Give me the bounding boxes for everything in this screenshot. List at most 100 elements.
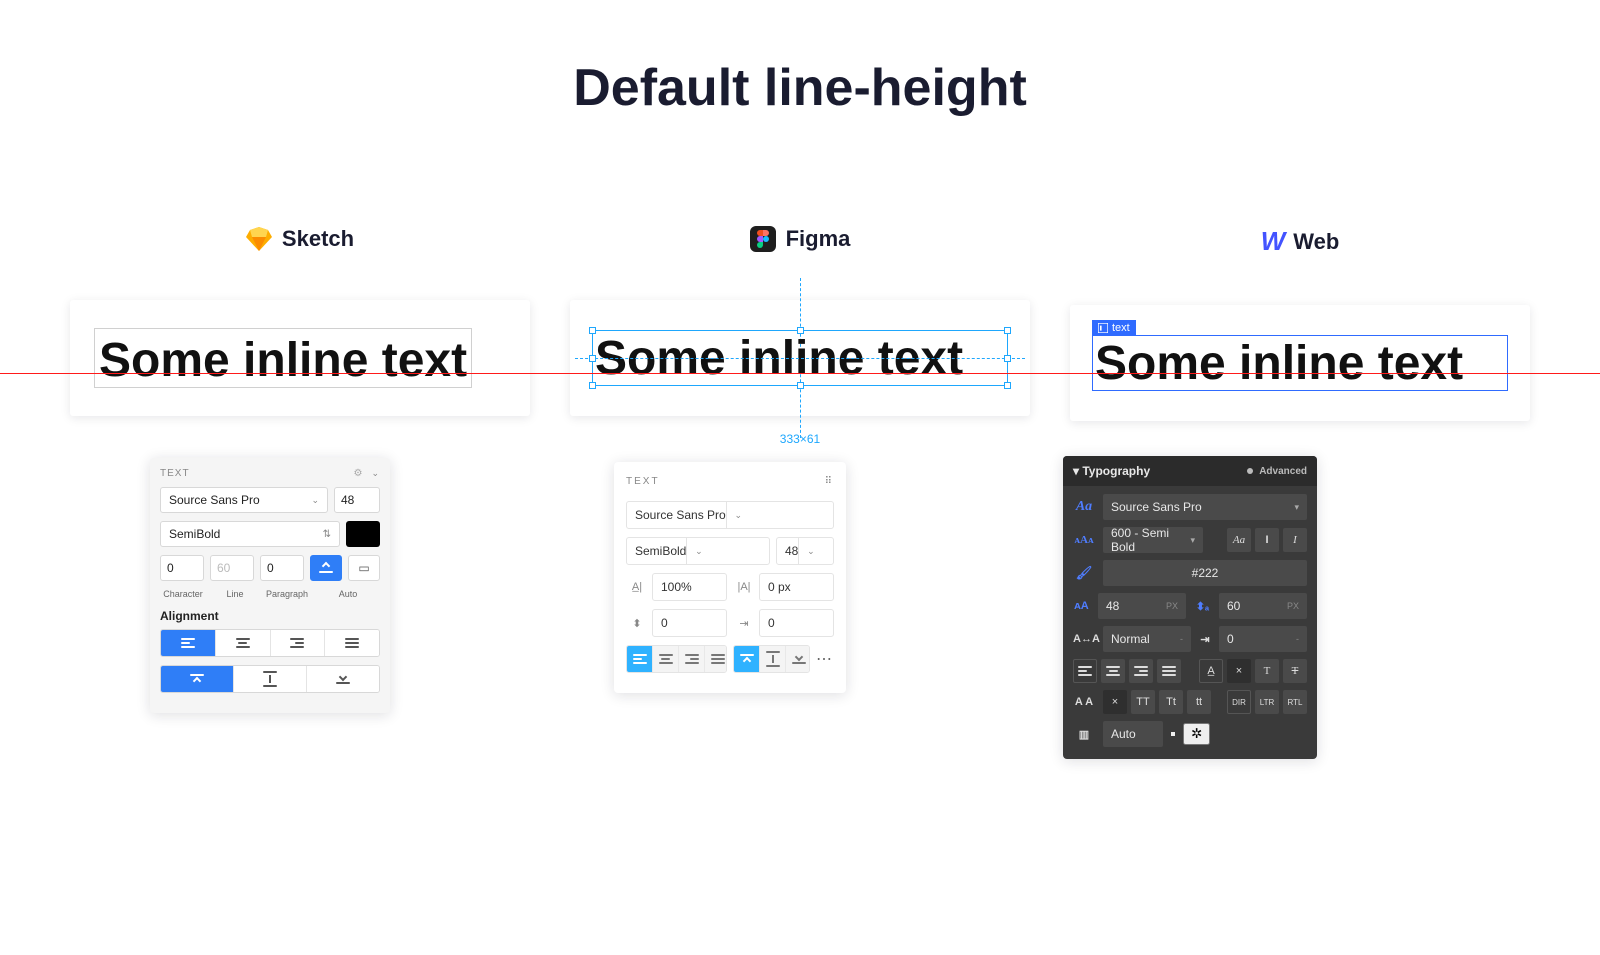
selection-handle[interactable]	[589, 327, 596, 334]
caps-capitalize-button[interactable]: Tt	[1159, 690, 1183, 714]
h-align-segment	[160, 629, 380, 657]
align-justify-button[interactable]	[325, 630, 379, 656]
font-family-select[interactable]: Source Sans Pro⌄	[626, 501, 834, 529]
italic-button[interactable]: Aa	[1227, 528, 1251, 552]
font-size-input[interactable]: 48⌄	[776, 537, 834, 565]
selection-handle[interactable]	[1004, 327, 1011, 334]
align-left-button[interactable]	[1073, 659, 1097, 683]
line-height-icon: ⬍ₐ	[1194, 600, 1211, 613]
caps-icon: A A	[1073, 696, 1095, 708]
letter-spacing-icon: |A|	[733, 581, 755, 593]
tool-name-sketch: Sketch	[282, 226, 354, 252]
letter-spacing-input[interactable]: Normal-	[1103, 626, 1191, 652]
para-indent-input[interactable]: 0	[759, 609, 834, 637]
selection-handle[interactable]	[797, 382, 804, 389]
decoration-none-button[interactable]: A̲	[1199, 659, 1223, 683]
style-picker-icon[interactable]: ⠿	[825, 476, 834, 487]
dir-rtl-button[interactable]: RTL	[1283, 690, 1307, 714]
selection-handle[interactable]	[797, 327, 804, 334]
letter-spacing-icon: A↔A	[1073, 633, 1095, 645]
sketch-text-bbox: Some inline text	[94, 328, 472, 388]
web-typography-panel: ▾ Typography Advanced Aa Source Sans Pro…	[1063, 456, 1317, 759]
valign-middle-button[interactable]	[760, 646, 786, 672]
more-icon[interactable]: ⋯	[816, 649, 834, 669]
web-selection[interactable]: text Some inline text	[1092, 335, 1508, 391]
auto-height-button[interactable]	[310, 555, 342, 581]
font-weight-select[interactable]: 600 - Semi Bold▾	[1103, 527, 1203, 553]
decoration-x-button[interactable]: ×	[1227, 659, 1251, 683]
selection-handle[interactable]	[589, 382, 596, 389]
char-label: Character	[160, 589, 206, 599]
valign-top-button[interactable]	[161, 666, 234, 692]
align-right-button[interactable]	[679, 646, 705, 672]
font-style-normal-button[interactable]: I	[1255, 528, 1279, 552]
caps-upper-button[interactable]: TT	[1131, 690, 1155, 714]
caps-lower-button[interactable]: tt	[1187, 690, 1211, 714]
align-left-button[interactable]	[161, 630, 216, 656]
align-center-button[interactable]	[1101, 659, 1125, 683]
color-swatch[interactable]	[346, 521, 380, 547]
dir-auto-button[interactable]: DIR	[1227, 690, 1251, 714]
align-right-button[interactable]	[1129, 659, 1153, 683]
figma-selection[interactable]: Some inline text	[592, 330, 1008, 386]
color-icon: 🖌	[1073, 565, 1095, 581]
character-spacing-input[interactable]: 0	[160, 555, 204, 581]
panel-title: TEXT	[160, 468, 190, 479]
font-weight-select[interactable]: SemiBold⇅	[160, 521, 340, 547]
columns-icon: ▥	[1073, 728, 1095, 741]
font-size-input[interactable]: 48PX	[1098, 593, 1186, 619]
v-align-segment	[733, 645, 810, 673]
align-center-button[interactable]	[216, 630, 271, 656]
weight-icon: ᴀAᴀ	[1073, 534, 1095, 546]
dir-ltr-button[interactable]: LTR	[1255, 690, 1279, 714]
fixed-box-button[interactable]: ▭	[348, 555, 380, 581]
webflow-icon: W	[1261, 226, 1284, 257]
font-style-italic-button[interactable]: I	[1283, 528, 1307, 552]
line-label: Line	[212, 589, 258, 599]
advanced-toggle[interactable]: Advanced	[1247, 466, 1307, 477]
para-spacing-input[interactable]: 0	[652, 609, 727, 637]
decoration-underline-button[interactable]: T	[1255, 659, 1279, 683]
para-spacing-icon: ⬍	[626, 617, 648, 630]
decoration-strike-button[interactable]: T	[1283, 659, 1307, 683]
valign-bottom-button[interactable]	[307, 666, 379, 692]
tool-label-figma: Figma	[570, 226, 1030, 252]
valign-bottom-button[interactable]	[786, 646, 810, 672]
tool-label-web: W Web	[1070, 226, 1530, 257]
paragraph-spacing-input[interactable]: 0	[260, 555, 304, 581]
caps-none-button[interactable]: ×	[1103, 690, 1127, 714]
font-family-select[interactable]: Source Sans Pro▾	[1103, 494, 1307, 520]
font-family-select[interactable]: Source Sans Pro⌄	[160, 487, 328, 513]
font-size-input[interactable]: 48	[334, 487, 380, 513]
selection-handle[interactable]	[1004, 382, 1011, 389]
align-justify-button[interactable]	[1157, 659, 1181, 683]
selection-handle[interactable]	[1004, 355, 1011, 362]
align-right-button[interactable]	[271, 630, 326, 656]
settings-button[interactable]: ✲	[1183, 723, 1210, 745]
align-center-button[interactable]	[653, 646, 679, 672]
letter-spacing-input[interactable]: 0 px	[759, 573, 834, 601]
line-height-input[interactable]: 60PX	[1219, 593, 1307, 619]
valign-top-button[interactable]	[734, 646, 760, 672]
columns-input[interactable]: Auto	[1103, 721, 1163, 747]
sketch-icon	[246, 227, 272, 251]
figma-text-panel: TEXT ⠿ Source Sans Pro⌄ SemiBold⌄ 48⌄ A̲…	[614, 462, 846, 693]
web-element-badge: text	[1092, 320, 1136, 336]
line-height-input[interactable]: 100%	[652, 573, 727, 601]
valign-middle-button[interactable]	[234, 666, 307, 692]
para-label: Paragraph	[264, 589, 310, 599]
selection-handle[interactable]	[589, 355, 596, 362]
indent-input[interactable]: 0-	[1219, 626, 1307, 652]
align-left-button[interactable]	[627, 646, 653, 672]
h-align-segment	[626, 645, 727, 673]
chevron-down-icon[interactable]: ⌄	[371, 468, 380, 479]
line-spacing-input[interactable]: 60	[210, 555, 254, 581]
align-justify-button[interactable]	[705, 646, 727, 672]
web-preview: text Some inline text	[1070, 305, 1530, 421]
gear-icon[interactable]: ⚙	[353, 468, 363, 479]
v-align-segment	[160, 665, 380, 693]
font-weight-select[interactable]: SemiBold⌄	[626, 537, 770, 565]
sketch-text-panel: TEXT ⚙ ⌄ Source Sans Pro⌄ 48 SemiBold⇅ 0…	[150, 458, 390, 713]
color-input[interactable]: #222	[1103, 560, 1307, 586]
line-height-icon: A̲|	[626, 581, 648, 593]
